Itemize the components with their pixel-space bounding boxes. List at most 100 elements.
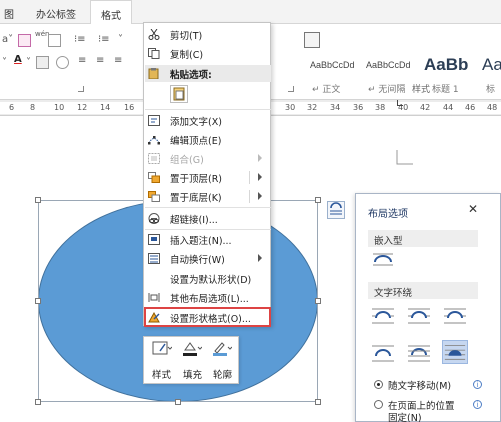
in-front-of-text-icon [444, 345, 466, 360]
ruler-tick: 8 [30, 103, 36, 112]
paragraph-dialog-launcher-icon[interactable] [288, 86, 294, 92]
behind-text-icon [408, 345, 430, 362]
wrap-behind-text-option[interactable] [406, 342, 432, 366]
numbering-icon[interactable]: ⁝≡ [98, 34, 110, 45]
menu-item-edit-points[interactable]: 编辑顶点(E) [144, 130, 270, 148]
ruler-tick: 16 [124, 103, 135, 112]
styles-group-label: 样式 [412, 85, 431, 95]
tab-office-tabs[interactable]: 办公标签 [36, 6, 76, 21]
paste-icon [148, 68, 159, 79]
menu-item-more-layout-options[interactable]: 其他布局选项(L)... [144, 288, 270, 306]
layout-options-panel: 布局选项 ✕ 嵌入型 文字环绕 随文字移动(M) i 在页面上的位置 固定(N)… [355, 193, 501, 422]
menu-item-group: 组合(G) [144, 149, 270, 167]
outline-pen-icon[interactable] [212, 341, 232, 357]
group-icon [148, 153, 160, 164]
multilevel-list-icon[interactable]: ˅ [118, 34, 123, 45]
ribbon-tabs: 图 办公标签 格式 [0, 0, 501, 25]
inline-wrap-icon [373, 253, 393, 266]
align-center-icon[interactable]: ≡ [96, 55, 104, 66]
wrap-text-icon [148, 253, 160, 264]
menu-item-hyperlink[interactable]: 超链接(I)... [144, 209, 270, 227]
menu-item-send-to-back[interactable]: 置于底层(K) [144, 187, 270, 205]
layout-options-icon [148, 293, 160, 302]
ruler-tick: 38 [375, 103, 386, 112]
resize-handle[interactable] [175, 399, 181, 405]
character-border-icon[interactable] [48, 34, 61, 47]
mini-outline-button[interactable]: 轮廓 [213, 367, 232, 381]
ruler-tick: 30 [285, 103, 296, 112]
info-icon[interactable]: i [473, 380, 482, 389]
close-icon[interactable]: ✕ [468, 202, 478, 216]
ruler-tick: 14 [100, 103, 111, 112]
ruler-tick: 42 [420, 103, 431, 112]
ruler-tick: 34 [330, 103, 341, 112]
menu-item-bring-to-front[interactable]: 置于顶层(R) [144, 168, 270, 186]
page-margin-mark-icon [396, 150, 413, 165]
tab-view[interactable]: 图 [4, 6, 14, 21]
menu-split-divider [249, 190, 250, 203]
ruler-tick: 48 [487, 103, 498, 112]
wrap-square-option[interactable] [370, 305, 396, 329]
menu-separator [145, 207, 271, 208]
submenu-arrow-icon[interactable] [258, 254, 262, 262]
submenu-arrow-icon [258, 154, 262, 162]
wrap-section-header: 文字环绕 [368, 282, 478, 299]
highlight-box [144, 307, 271, 327]
chevron-down-icon[interactable]: ˅ [26, 57, 31, 68]
indent-marker-icon[interactable] [397, 100, 403, 106]
hyperlink-icon [148, 213, 160, 224]
copy-icon [148, 48, 160, 59]
mini-style-button[interactable]: 样式 [152, 367, 171, 381]
font-dialog-launcher-icon[interactable] [78, 86, 84, 92]
submenu-arrow-icon[interactable] [258, 192, 262, 200]
align-left-icon[interactable]: ≡ [78, 55, 86, 66]
chevron-down-icon[interactable]: ˅ [2, 57, 7, 68]
context-menu: 剪切(T) 复制(C) 粘贴选项: 添加文字(X) 编辑顶点(E) 组合(G) [143, 22, 271, 326]
font-size-dropdown-icon[interactable]: a˅ [2, 34, 13, 45]
move-with-text-label: 随文字移动(M) [388, 381, 452, 392]
submenu-arrow-icon[interactable] [258, 173, 262, 181]
menu-separator [145, 109, 271, 110]
ruler-tick: 36 [353, 103, 364, 112]
resize-handle[interactable] [315, 399, 321, 405]
resize-handle[interactable] [315, 197, 321, 203]
style-normal[interactable]: AaBbCcDd ↵ 正文 [306, 56, 362, 96]
wrap-tight-option[interactable] [406, 305, 432, 329]
fix-position-label-line2: 固定(N) [388, 413, 422, 422]
layout-options-button[interactable] [327, 201, 345, 219]
enclose-characters-icon[interactable] [56, 56, 69, 69]
menu-item-add-text[interactable]: 添加文字(X) [144, 111, 270, 129]
mini-toolbar: 样式 填充 轮廓 [143, 336, 239, 384]
shape-style-icon[interactable] [152, 341, 172, 357]
tab-format[interactable]: 格式 [90, 0, 132, 25]
format-painter-icon[interactable] [18, 34, 31, 47]
menu-item-wrap-text[interactable]: 自动换行(W) [144, 249, 270, 267]
word-window: 图 办公标签 格式 a˅ wén ⁝≡ ⁝≡ ˅ ˅ A ˅ ≡ ≡ ≡ AaB… [0, 0, 501, 422]
mini-fill-button[interactable]: 填充 [183, 367, 202, 381]
font-color-icon[interactable]: A [14, 54, 22, 65]
caption-icon [148, 234, 160, 245]
menu-item-insert-caption[interactable]: 插入题注(N)... [144, 230, 270, 248]
clear-formatting-icon[interactable] [304, 32, 320, 48]
menu-item-set-default-shape[interactable]: 设置为默认形状(D) [144, 269, 270, 287]
edit-points-icon [148, 136, 160, 145]
menu-item-copy[interactable]: 复制(C) [144, 44, 270, 62]
fill-bucket-icon[interactable] [182, 341, 202, 357]
info-icon[interactable]: i [473, 400, 482, 409]
bullets-icon[interactable]: ⁝≡ [74, 34, 86, 45]
wrap-inline-option[interactable] [370, 250, 396, 274]
resize-handle[interactable] [315, 298, 321, 304]
fix-position-radio[interactable] [374, 400, 383, 409]
resize-handle[interactable] [35, 399, 41, 405]
move-with-text-radio[interactable] [374, 380, 383, 389]
resize-handle[interactable] [35, 197, 41, 203]
align-right-icon[interactable]: ≡ [114, 55, 122, 66]
paste-keep-text-only-button[interactable] [170, 85, 188, 103]
wrap-in-front-option[interactable] [442, 340, 468, 364]
wrap-through-option[interactable] [442, 305, 468, 329]
wrap-top-bottom-option[interactable] [370, 342, 396, 366]
menu-item-cut[interactable]: 剪切(T) [144, 25, 270, 43]
style-heading-2[interactable]: Aa 标 [478, 55, 501, 96]
resize-handle[interactable] [35, 298, 41, 304]
character-shading-icon[interactable] [36, 56, 49, 69]
